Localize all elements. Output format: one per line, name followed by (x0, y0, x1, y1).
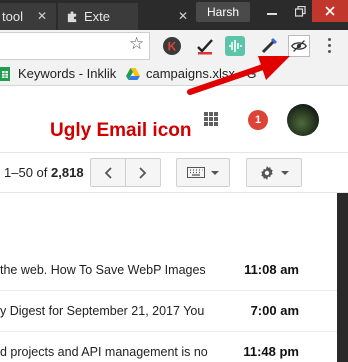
svg-text:K: K (168, 40, 177, 54)
page-scrollbar[interactable] (337, 193, 348, 362)
close-window-button[interactable] (312, 0, 348, 22)
newer-button[interactable] (90, 158, 126, 187)
bookmark-item[interactable]: campaigns.xlsx - G (126, 66, 257, 81)
email-row[interactable]: the web. How To Save WebP Images 11:08 a… (0, 251, 337, 291)
gear-icon (261, 165, 273, 180)
bookmarks-bar: Keywords - Inklik campaigns.xlsx - G (0, 62, 348, 86)
audio-extension-icon[interactable] (225, 36, 245, 56)
minimize-icon (267, 13, 277, 15)
bookmark-label: Keywords - Inklik (18, 66, 117, 81)
older-button[interactable] (125, 158, 161, 187)
email-time: 7:00 am (250, 303, 299, 318)
chevron-right-icon (139, 166, 147, 179)
crossed-eye-icon (290, 40, 308, 52)
email-list: the web. How To Save WebP Images 11:08 a… (0, 193, 337, 362)
profile-name: Harsh (206, 5, 239, 19)
email-snippet: the web. How To Save WebP Images (0, 263, 206, 277)
email-row[interactable]: y Digest for September 21, 2017 You 7:00… (0, 292, 337, 332)
address-bar[interactable] (0, 32, 150, 60)
chevron-down-icon (211, 170, 219, 175)
pagination-of: of (36, 165, 48, 180)
annotation-label: Ugly Email icon (50, 120, 192, 141)
email-snippet: y Digest for September 21, 2017 You (0, 304, 205, 318)
browser-toolbar: ☆ K (0, 30, 348, 62)
notification-badge[interactable]: 1 (248, 110, 268, 130)
spreadsheet-icon (0, 66, 10, 81)
email-time: 11:48 pm (243, 344, 299, 359)
email-snippet: d projects and API management is no (0, 345, 208, 359)
tab-title: Exte (84, 9, 111, 24)
k-extension-icon[interactable]: K (162, 36, 182, 56)
input-tools-button[interactable] (176, 158, 230, 187)
pagination-count: 1–50 of 2,818 (4, 165, 84, 180)
browser-menu-icon[interactable] (328, 38, 332, 56)
chevron-left-icon (104, 166, 112, 179)
keyboard-icon (187, 167, 205, 178)
settings-button[interactable] (246, 158, 302, 187)
apps-grid-icon[interactable] (204, 112, 218, 126)
browser-titlebar: tool ✕ Exte ✕ Harsh (0, 0, 348, 30)
notification-count: 1 (254, 114, 262, 126)
pagination-total: 2,818 (51, 165, 84, 180)
tab-title: tool (2, 9, 23, 24)
close-icon (325, 6, 335, 16)
puzzle-icon (67, 11, 77, 23)
email-row[interactable]: d projects and API management is no 11:4… (0, 333, 337, 362)
email-time: 11:08 am (244, 262, 299, 277)
pen-extension-icon[interactable] (259, 36, 279, 56)
browser-tab[interactable]: tool ✕ (0, 3, 56, 30)
bookmark-label: campaigns.xlsx - G (146, 66, 257, 81)
pagination-range: 1–50 (4, 165, 33, 180)
google-drive-icon (126, 67, 140, 80)
avatar[interactable] (287, 104, 319, 136)
checkmark-extension-icon[interactable] (195, 36, 215, 56)
bookmark-star-icon[interactable]: ☆ (129, 34, 144, 54)
gmail-toolbar: 1–50 of 2,818 (0, 153, 348, 193)
close-tab-icon[interactable]: ✕ (178, 9, 188, 23)
browser-tab-active[interactable]: Exte ✕ (58, 3, 188, 30)
close-tab-icon[interactable]: ✕ (37, 9, 47, 23)
email-tracker-extension-button[interactable] (288, 35, 310, 57)
profile-button[interactable]: Harsh (196, 2, 250, 22)
chevron-down-icon (281, 170, 289, 175)
restore-icon (294, 5, 306, 17)
bookmark-item[interactable]: Keywords - Inklik (0, 66, 116, 81)
